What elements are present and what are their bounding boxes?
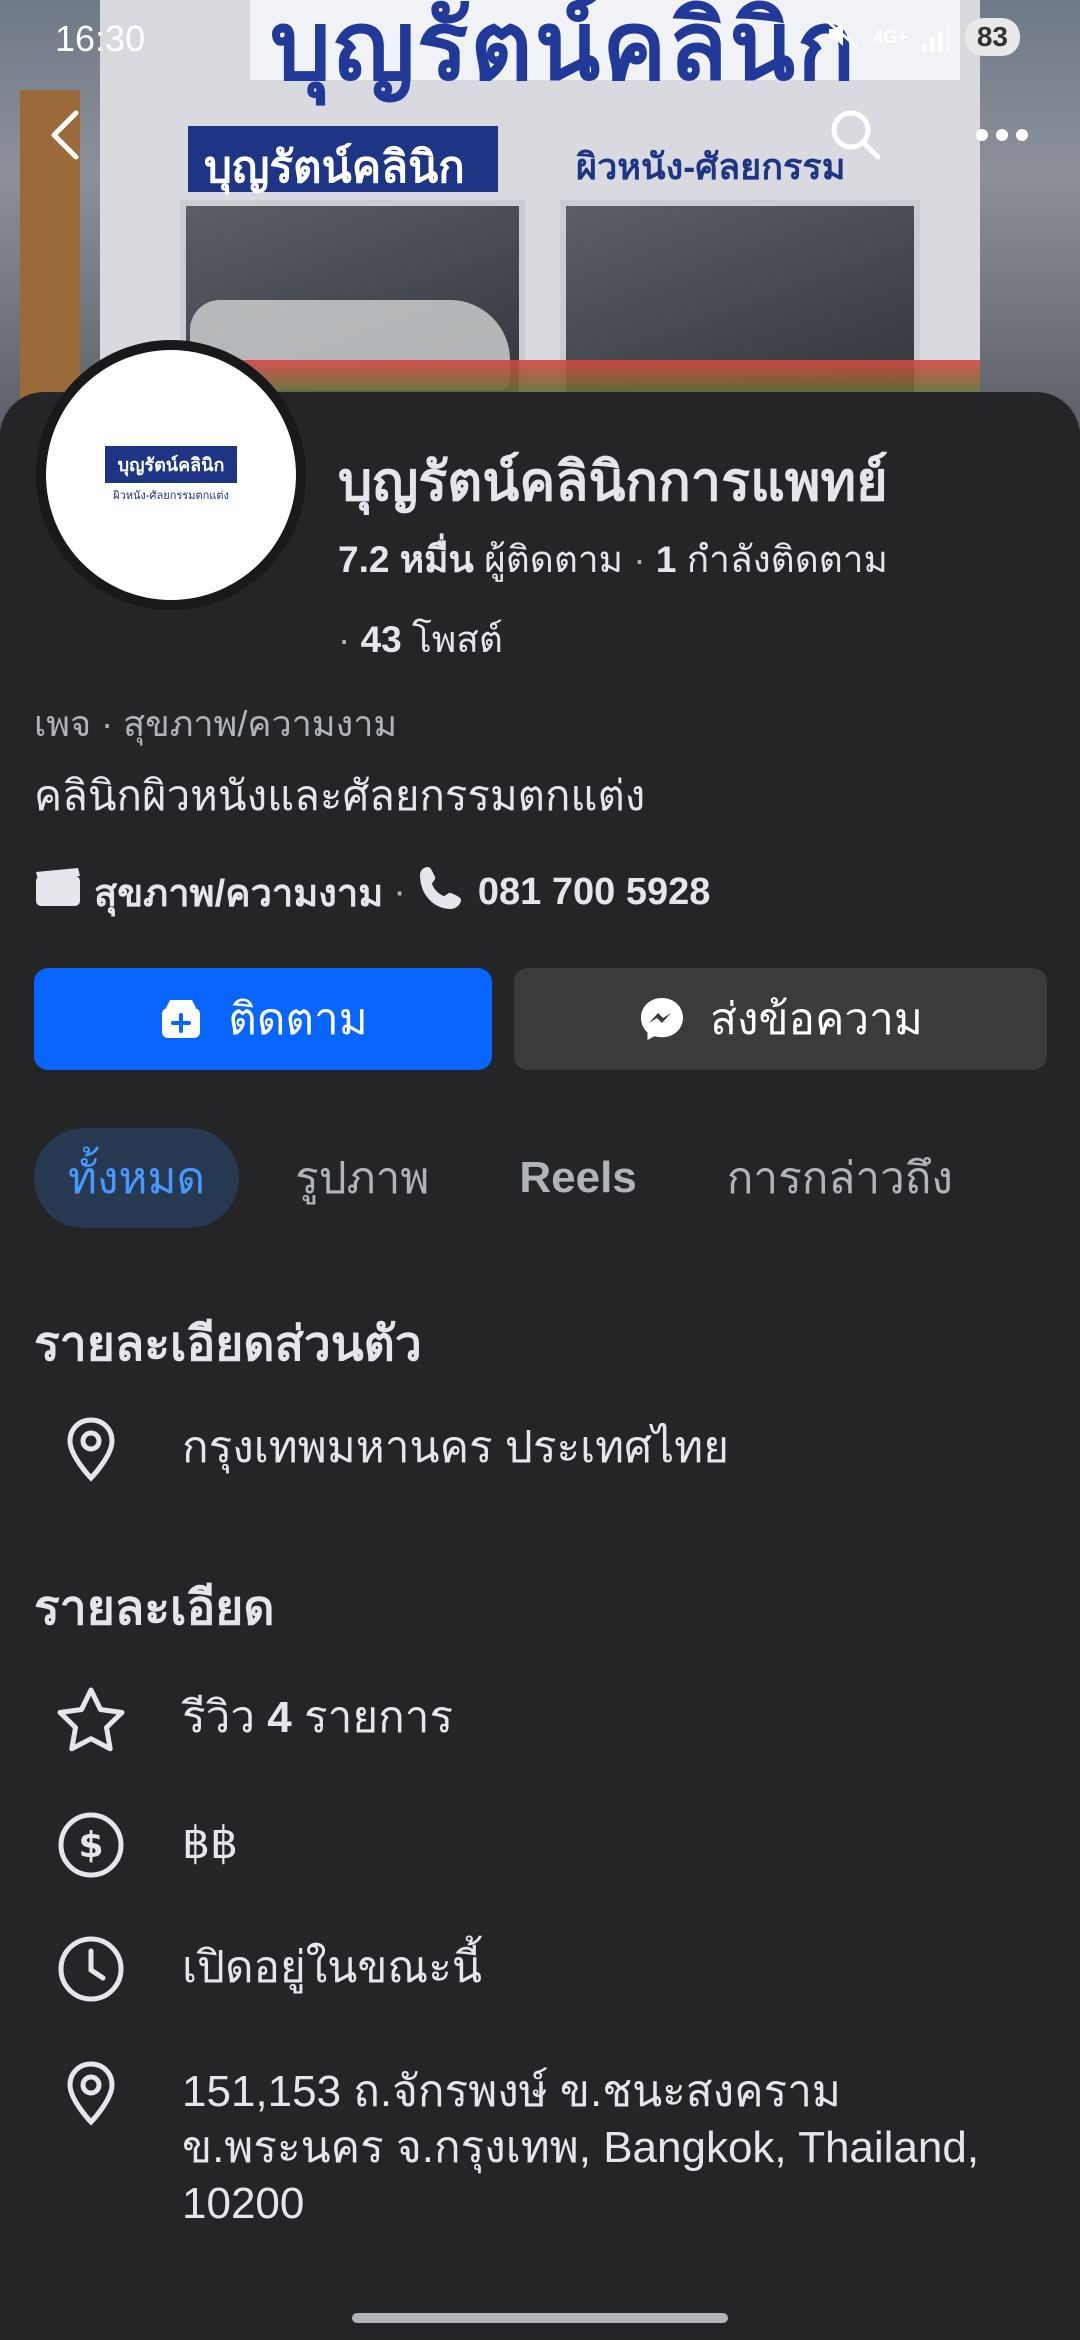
- following-count: 1: [655, 539, 677, 580]
- dollar-circle-icon: $: [52, 1806, 130, 1884]
- follower-stats: 7.2 หมื่น ผู้ติดตาม · 1 กำลังติดตาม: [338, 539, 888, 580]
- reviews-suffix: รายการ: [304, 1693, 454, 1742]
- network-label: 4G+: [873, 26, 908, 47]
- profile-avatar[interactable]: บุญรัตน์คลินิก ผิวหนัง-ศัลยกรรมตกแต่ง: [36, 340, 306, 610]
- location-row[interactable]: กรุงเทพมหานคร ประเทศไทย: [52, 1410, 729, 1488]
- cover-sign-right: ผิวหนัง-ศัลยกรรมตกแต่ง: [576, 146, 846, 244]
- hours-row[interactable]: เปิดอยู่ในขณะนี้: [52, 1930, 482, 2008]
- details-title: รายละเอียด: [34, 1582, 275, 1635]
- price-range: ฿฿: [182, 1819, 238, 1868]
- logo-main-text: บุญรัตน์คลินิก: [105, 446, 237, 483]
- search-button[interactable]: [826, 105, 886, 165]
- reviews-prefix: รีวิว: [182, 1693, 256, 1742]
- tab-all[interactable]: ทั้งหมด: [34, 1128, 240, 1228]
- reviews-text: รีวิว 4 รายการ: [182, 1680, 453, 1746]
- avatar-image: บุญรัตน์คลินิก ผิวหนัง-ศัลยกรรมตกแต่ง: [46, 350, 296, 600]
- followers-label[interactable]: ผู้ติดตาม: [484, 539, 623, 580]
- reviews-count: 4: [267, 1693, 292, 1742]
- mute-icon: [825, 19, 859, 55]
- price-row: $ ฿฿: [52, 1806, 238, 1884]
- svg-text:$: $: [78, 1825, 103, 1866]
- status-bar: 16:30 4G+ 83: [0, 0, 1080, 80]
- following-label[interactable]: กำลังติดตาม: [687, 539, 888, 580]
- posts-label: โพสต์: [412, 619, 503, 660]
- page-title: บุญรัตน์คลินิกการแพทย์: [338, 452, 888, 512]
- phone-icon: [416, 863, 466, 923]
- tab-reels[interactable]: Reels: [485, 1128, 670, 1228]
- status-time: 16:30: [55, 18, 146, 59]
- clinic-logo: บุญรัตน์คลินิก ผิวหนัง-ศัลยกรรมตกแต่ง: [105, 446, 237, 504]
- followers-count: 7.2 หมื่น: [338, 539, 474, 580]
- messenger-icon: [641, 998, 684, 1040]
- logo-sub-text: ผิวหนัง-ศัลยกรรมตกแต่ง: [113, 490, 229, 502]
- back-arrow-icon: [51, 110, 79, 160]
- address-line-1: 151,153 ถ.จักรพงษ์ ข.ชนะสงคราม: [182, 2067, 841, 2116]
- address-pin-icon: [52, 2054, 130, 2132]
- search-icon: [831, 110, 881, 160]
- address-line-2: ข.พระนคร จ.กรุงเทพ, Bangkok, Thailand,: [182, 2123, 980, 2172]
- status-icons: 4G+ 83: [825, 18, 1020, 56]
- tab-photos[interactable]: รูปภาพ: [261, 1128, 463, 1228]
- clock-icon: [52, 1930, 130, 2008]
- address-line-3: 10200: [182, 2179, 305, 2228]
- star-icon: [52, 1680, 130, 1758]
- contact-row: สุขภาพ/ความงาม · 081 700 5928: [34, 862, 710, 923]
- more-dots-icon: [976, 129, 1028, 141]
- personal-details-title: รายละเอียดส่วนตัว: [34, 1318, 422, 1371]
- battery-indicator: 83: [964, 18, 1020, 56]
- phone-number[interactable]: 081 700 5928: [478, 871, 710, 914]
- page-bio: คลินิกผิวหนังและศัลยกรรมตกแต่ง: [34, 772, 646, 819]
- location-text: กรุงเทพมหานคร ประเทศไทย: [182, 1423, 729, 1472]
- more-options-button[interactable]: [972, 105, 1032, 165]
- follow-page-icon: [162, 1000, 201, 1038]
- page-category-line: เพจ · สุขภาพ/ความงาม: [34, 703, 398, 744]
- clapperboard-icon: [34, 867, 82, 918]
- reviews-row[interactable]: รีวิว 4 รายการ: [52, 1680, 453, 1758]
- category-label[interactable]: สุขภาพ/ความงาม: [94, 862, 383, 923]
- follow-button-label: ติดตาม: [228, 995, 368, 1044]
- cover-sign-blue: บุญรัตน์คลินิก: [188, 126, 498, 192]
- message-button-label: ส่งข้อความ: [710, 995, 923, 1044]
- profile-tabs: ทั้งหมด รูปภาพ Reels การกล่าวถึง: [34, 1128, 1009, 1228]
- back-button[interactable]: [36, 105, 96, 165]
- address-text: 151,153 ถ.จักรพงษ์ ข.ชนะสงคราม ข.พระนคร …: [182, 2054, 1062, 2232]
- hours-status: เปิดอยู่ในขณะนี้: [182, 1943, 482, 1992]
- tab-mentions[interactable]: การกล่าวถึง: [693, 1128, 987, 1228]
- location-pin-icon: [52, 1410, 130, 1488]
- message-button[interactable]: ส่งข้อความ: [514, 968, 1047, 1070]
- address-row[interactable]: 151,153 ถ.จักรพงษ์ ข.ชนะสงคราม ข.พระนคร …: [52, 2054, 1062, 2232]
- follow-button[interactable]: ติดตาม: [34, 968, 492, 1070]
- contact-separator: ·: [393, 871, 406, 913]
- signal-icon: [921, 22, 951, 52]
- post-stats: · 43 โพสต์: [338, 619, 503, 660]
- home-indicator[interactable]: [352, 2313, 728, 2323]
- posts-count: 43: [360, 619, 402, 660]
